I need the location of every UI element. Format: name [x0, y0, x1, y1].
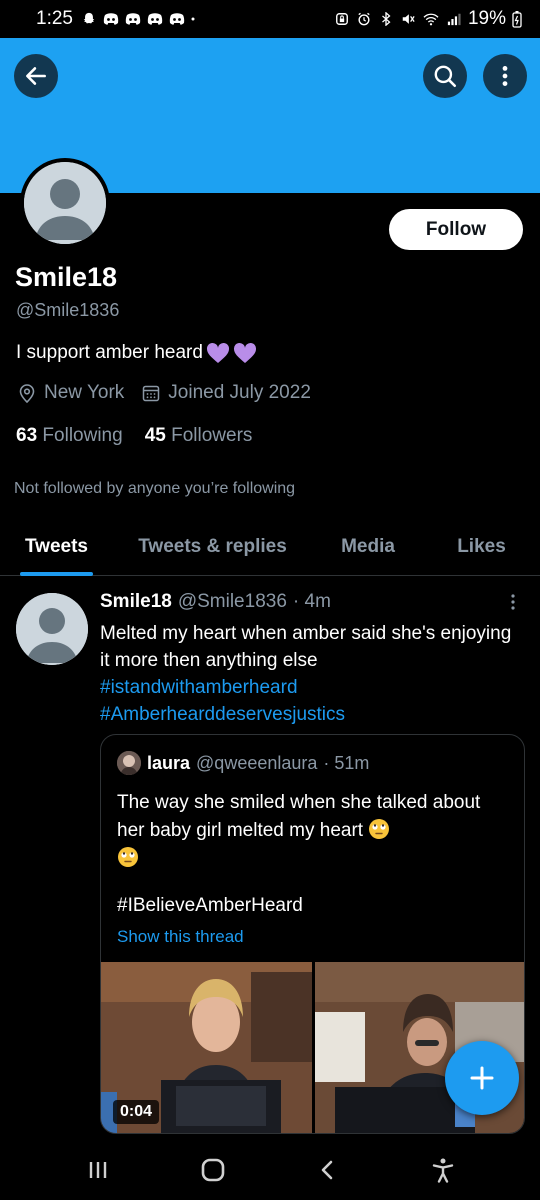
profile-name: Smile18: [15, 262, 118, 292]
search-button[interactable]: [423, 54, 467, 98]
more-options-button[interactable]: [483, 54, 527, 98]
profile-avatar[interactable]: [20, 158, 110, 248]
plus-icon: [470, 1066, 494, 1090]
status-time: 1:25: [36, 8, 73, 29]
signal-icon: [447, 13, 461, 26]
accessibility-icon: [432, 1158, 453, 1183]
video-duration: 0:04: [113, 1100, 160, 1124]
tweet-time: · 4m: [292, 591, 331, 612]
rolling-eyes-emoji-icon: [369, 819, 390, 839]
not-followed-notice: Not followed by anyone you’re following: [14, 480, 296, 497]
home-icon: [201, 1158, 224, 1182]
arrow-left-icon: [26, 67, 46, 85]
tab-likes[interactable]: Likes: [456, 518, 507, 576]
tab-tweets[interactable]: Tweets: [20, 518, 93, 576]
tweet-avatar[interactable]: [16, 593, 88, 665]
hashtag-link[interactable]: #istandwithamberheard: [100, 674, 520, 701]
search-icon: [434, 65, 457, 88]
video-frame-left: 0:04: [101, 962, 312, 1133]
purple-heart-icon: [206, 342, 229, 363]
nav-back-button[interactable]: [308, 1150, 348, 1190]
system-nav-bar: [0, 1140, 540, 1200]
joined-date: Joined July 2022: [142, 382, 311, 404]
quote-header: laura @qweeenlaura · 51m: [117, 751, 369, 775]
calendar-icon: [143, 385, 160, 402]
quote-avatar: [117, 751, 141, 775]
back-button[interactable]: [14, 54, 58, 98]
battery-percent: 19%: [467, 8, 506, 29]
discord-icon: [169, 13, 185, 25]
show-thread-link[interactable]: Show this thread: [117, 927, 244, 947]
tab-media[interactable]: Media: [338, 518, 398, 576]
quote-text: The way she smiled when she talked about…: [117, 789, 512, 873]
home-button[interactable]: [193, 1150, 233, 1190]
dot-icon: [191, 17, 195, 21]
tweet-text: Melted my heart when amber said she's en…: [100, 620, 520, 728]
profile-tabs: Tweets Tweets & replies Media Likes: [0, 518, 540, 576]
location: New York: [18, 382, 124, 404]
follow-button[interactable]: Follow: [389, 209, 523, 250]
alarm-icon: [358, 12, 370, 26]
quote-author-handle: @qweeenlaura: [196, 752, 318, 773]
more-vertical-icon: [502, 66, 508, 86]
back-icon: [321, 1160, 332, 1180]
status-bar: 1:25 19%: [0, 0, 540, 38]
tab-tweets-replies[interactable]: Tweets & replies: [134, 518, 291, 576]
follow-counts: 63 Following 45 Followers: [16, 425, 252, 447]
snapchat-icon: [83, 12, 95, 24]
purple-heart-icon: [233, 342, 256, 363]
lock-icon: [336, 13, 348, 25]
quote-hashtag[interactable]: #IBelieveAmberHeard: [117, 895, 303, 917]
tweet-author-handle[interactable]: @Smile1836: [178, 591, 287, 613]
bio-text: I support amber heard: [16, 342, 203, 363]
accessibility-button[interactable]: [423, 1150, 463, 1190]
quote-time: · 51m: [323, 752, 370, 773]
default-avatar-icon: [24, 162, 106, 244]
tweet-header: Smile18 @Smile1836 · 4m: [100, 591, 331, 613]
profile-bio: I support amber heard: [16, 342, 257, 364]
recent-apps-icon: [89, 1162, 106, 1178]
tweet-author-name[interactable]: Smile18: [100, 591, 172, 613]
hashtag-link[interactable]: #Amberhearddeservesjustics: [100, 701, 520, 728]
location-pin-icon: [19, 384, 35, 403]
mute-icon: [402, 14, 415, 24]
discord-icon: [125, 13, 141, 25]
tweet-more-icon[interactable]: [506, 592, 520, 612]
compose-tweet-button[interactable]: [445, 1041, 519, 1115]
battery-charging-icon: [512, 11, 522, 28]
default-avatar-icon: [16, 593, 88, 665]
bluetooth-icon: [382, 12, 391, 26]
recent-apps-button[interactable]: [78, 1150, 118, 1190]
following-link[interactable]: 63 Following: [16, 425, 123, 447]
profile-meta: New York Joined July 2022: [18, 382, 311, 404]
wifi-icon: [423, 13, 439, 26]
profile-handle: @Smile1836: [16, 300, 120, 320]
discord-icon: [103, 13, 119, 25]
followers-link[interactable]: 45 Followers: [145, 425, 253, 447]
rolling-eyes-emoji-icon: [118, 847, 138, 867]
discord-icon: [147, 13, 163, 25]
quote-author-name: laura: [147, 752, 191, 773]
